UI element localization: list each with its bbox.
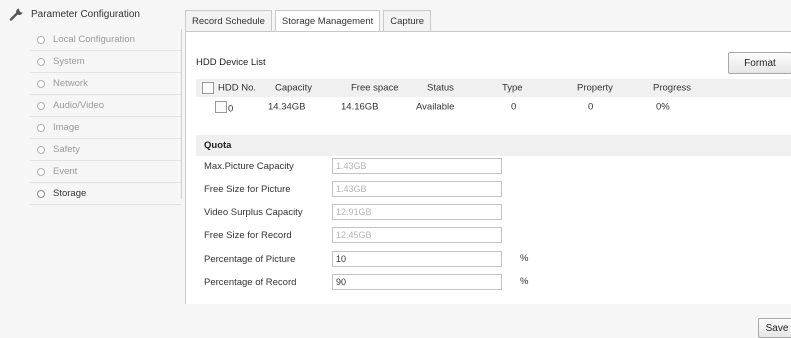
sidebar-item-label: System — [53, 56, 85, 67]
quota-row: Percentage of Record 90 % — [204, 274, 528, 290]
bullet-icon — [37, 57, 45, 66]
sidebar-item-image[interactable]: Image — [30, 117, 181, 139]
quota-title: Quota — [204, 140, 232, 151]
hdd-progress: 0% — [656, 101, 670, 113]
hdd-type: 0 — [511, 101, 517, 113]
column-header: Progress — [653, 82, 692, 94]
sidebar-item-event[interactable]: Event — [30, 161, 181, 183]
sidebar-item-label: Storage — [53, 188, 87, 199]
sidebar: Parameter Configuration Local Configurat… — [0, 0, 183, 337]
field-label: Percentage of Picture — [204, 253, 296, 265]
wrench-icon — [9, 8, 23, 21]
percent-unit: % — [520, 253, 529, 264]
sidebar-divider — [181, 29, 182, 199]
tab-storage-management[interactable]: Storage Management — [274, 10, 381, 32]
percent-unit: % — [520, 276, 529, 287]
video-surplus-capacity-field[interactable]: 12.91GB — [332, 204, 502, 220]
bullet-icon — [37, 79, 45, 88]
sidebar-item-audio-video[interactable]: Audio/Video — [30, 95, 181, 117]
free-size-picture-field[interactable]: 1.43GB — [332, 181, 502, 197]
column-header: Property — [577, 82, 613, 94]
quota-section-header: Quota — [196, 135, 791, 156]
column-header: Capacity — [275, 82, 312, 94]
sidebar-item-storage[interactable]: Storage — [30, 183, 181, 205]
column-header: Type — [502, 82, 523, 94]
sidebar-item-label: Safety — [53, 144, 80, 155]
quota-row: Free Size for Record 12.45GB — [204, 227, 502, 243]
hdd-status: Available — [416, 101, 455, 113]
sidebar-header: Parameter Configuration — [9, 7, 140, 21]
field-label: Free Size for Picture — [204, 183, 291, 195]
bullet-icon — [37, 145, 45, 154]
select-all-checkbox[interactable] — [202, 82, 214, 94]
sidebar-item-safety[interactable]: Safety — [30, 139, 181, 161]
max-picture-capacity-field[interactable]: 1.43GB — [332, 158, 502, 174]
hdd-property: 0 — [588, 101, 594, 113]
field-label: Video Surplus Capacity — [204, 206, 303, 218]
bullet-icon — [37, 167, 45, 176]
row-checkbox[interactable] — [215, 101, 227, 113]
format-button[interactable]: Format — [728, 52, 791, 74]
sidebar-item-label: Audio/Video — [53, 100, 105, 111]
field-label: Max.Picture Capacity — [204, 160, 294, 172]
sidebar-item-label: Network — [53, 78, 88, 89]
hdd-free-space: 14.16GB — [341, 101, 379, 113]
quota-row: Max.Picture Capacity 1.43GB — [204, 158, 502, 174]
bullet-icon — [37, 35, 45, 44]
sidebar-item-label: Event — [53, 166, 78, 177]
bullet-icon — [37, 123, 45, 132]
free-size-record-field[interactable]: 12.45GB — [332, 227, 502, 243]
sidebar-item-label: Image — [53, 122, 80, 133]
hdd-table: HDD No. Capacity Free space Status Type … — [196, 79, 791, 117]
hdd-section-title: HDD Device List — [196, 57, 266, 68]
content-panel: HDD Device List Format HDD No. Capacity … — [185, 32, 791, 304]
bullet-icon — [37, 101, 45, 110]
percentage-picture-field[interactable]: 10 — [332, 251, 502, 267]
quota-row: Video Surplus Capacity 12.91GB — [204, 204, 502, 220]
table-header: HDD No. Capacity Free space Status Type … — [196, 79, 791, 97]
column-header: Status — [427, 82, 454, 94]
quota-row: Percentage of Picture 10 % — [204, 251, 528, 267]
hdd-no: 0 — [228, 103, 234, 115]
sidebar-item-system[interactable]: System — [30, 51, 181, 73]
field-label: Free Size for Record — [204, 229, 292, 241]
tab-capture[interactable]: Capture — [383, 10, 432, 31]
hdd-capacity: 14.34GB — [268, 101, 306, 113]
sidebar-item-local-configuration[interactable]: Local Configuration — [30, 29, 181, 51]
save-button[interactable]: Save — [758, 318, 791, 338]
tab-record-schedule[interactable]: Record Schedule — [185, 10, 272, 31]
sidebar-item-label: Local Configuration — [53, 34, 135, 45]
sidebar-title: Parameter Configuration — [31, 8, 140, 20]
percentage-record-field[interactable]: 90 — [332, 274, 502, 290]
bullet-icon — [37, 189, 45, 198]
tab-bar: Record Schedule Storage Management Captu… — [185, 10, 434, 32]
sidebar-item-network[interactable]: Network — [30, 73, 181, 95]
column-header: Free space — [351, 82, 399, 94]
field-label: Percentage of Record — [204, 276, 297, 288]
column-header: HDD No. — [218, 82, 257, 94]
quota-row: Free Size for Picture 1.43GB — [204, 181, 502, 197]
table-row[interactable]: 0 14.34GB 14.16GB Available 0 0 0% — [196, 97, 791, 117]
sidebar-menu: Local Configuration System Network Audio… — [30, 29, 181, 205]
